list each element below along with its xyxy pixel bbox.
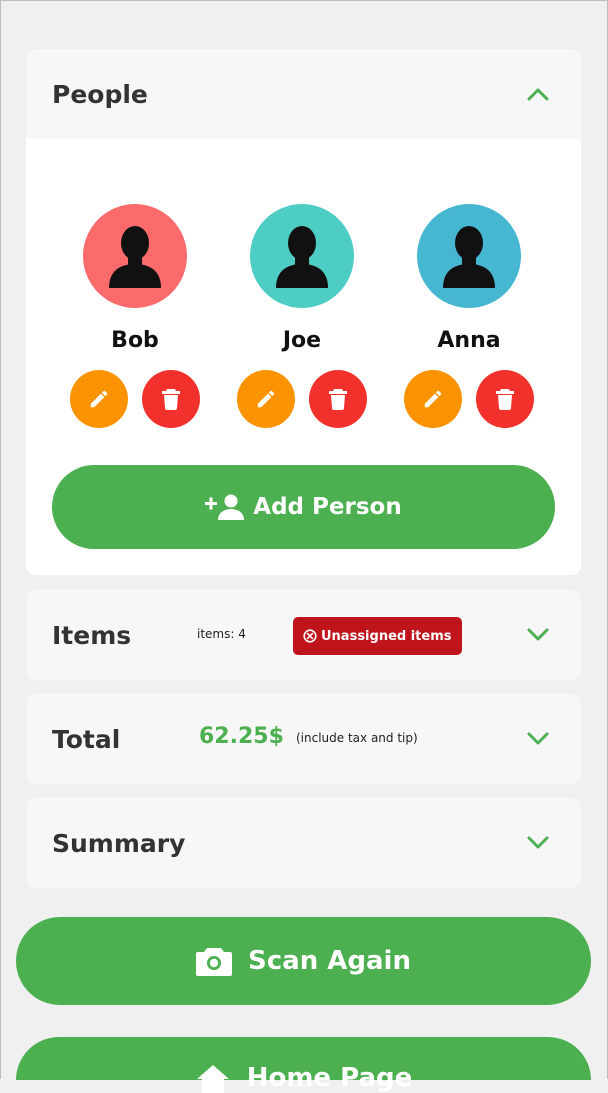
total-note: (include tax and tip) [296, 731, 418, 745]
summary-title: Summary [52, 828, 186, 858]
items-card[interactable]: Items items: 4 Unassigned items [26, 590, 581, 680]
add-person-button[interactable]: Add Person [52, 465, 555, 549]
avatar [417, 204, 521, 308]
person-card-bob: Bob [50, 204, 220, 428]
edit-person-button[interactable] [404, 370, 462, 428]
person-name: Anna [437, 328, 501, 353]
scan-again-label: Scan Again [248, 946, 411, 976]
person-silhouette-icon [443, 226, 495, 288]
chevron-up-icon[interactable] [527, 87, 549, 101]
person-silhouette-icon [109, 226, 161, 288]
items-count: items: 4 [197, 627, 246, 641]
items-header[interactable]: Items items: 4 Unassigned items [26, 590, 581, 680]
badge-label: Unassigned items [321, 628, 452, 644]
people-header[interactable]: People [26, 49, 581, 139]
delete-person-button[interactable] [142, 370, 200, 428]
people-card: People Bob Joe Anna Add Person [26, 49, 581, 575]
home-page-label: Home Page [246, 1063, 413, 1093]
edit-person-button[interactable] [70, 370, 128, 428]
person-silhouette-icon [276, 226, 328, 288]
edit-person-button[interactable] [237, 370, 295, 428]
items-title: Items [52, 620, 132, 650]
pencil-icon [90, 390, 108, 408]
camera-icon [196, 948, 233, 976]
total-title: Total [52, 724, 121, 754]
chevron-down-icon[interactable] [527, 628, 549, 642]
delete-person-button[interactable] [476, 370, 534, 428]
person-card-joe: Joe [217, 204, 387, 428]
total-card[interactable]: Total 62.25$ (include tax and tip) [26, 694, 581, 784]
trash-icon [162, 389, 180, 410]
close-circle-icon [303, 629, 317, 643]
unassigned-items-badge: Unassigned items [293, 617, 462, 655]
person-name: Joe [282, 328, 322, 353]
pencil-icon [257, 390, 275, 408]
people-list: Bob Joe Anna Add Person [26, 139, 581, 575]
avatar [250, 204, 354, 308]
add-person-label: Add Person [253, 494, 402, 520]
avatar [83, 204, 187, 308]
total-amount: 62.25$ [199, 724, 284, 749]
people-title: People [52, 79, 148, 109]
delete-person-button[interactable] [309, 370, 367, 428]
home-page-button[interactable]: Home Page [16, 1037, 591, 1093]
trash-icon [496, 389, 514, 410]
add-person-icon [205, 494, 245, 520]
home-icon [196, 1065, 229, 1093]
scan-again-button[interactable]: Scan Again [16, 917, 591, 1005]
person-name: Bob [111, 328, 159, 353]
chevron-down-icon[interactable] [527, 836, 549, 850]
total-header[interactable]: Total 62.25$ (include tax and tip) [26, 694, 581, 784]
pencil-icon [424, 390, 442, 408]
person-card-anna: Anna [384, 204, 554, 428]
trash-icon [329, 389, 347, 410]
summary-header[interactable]: Summary [26, 798, 581, 888]
chevron-down-icon[interactable] [527, 732, 549, 746]
summary-card[interactable]: Summary [26, 798, 581, 888]
